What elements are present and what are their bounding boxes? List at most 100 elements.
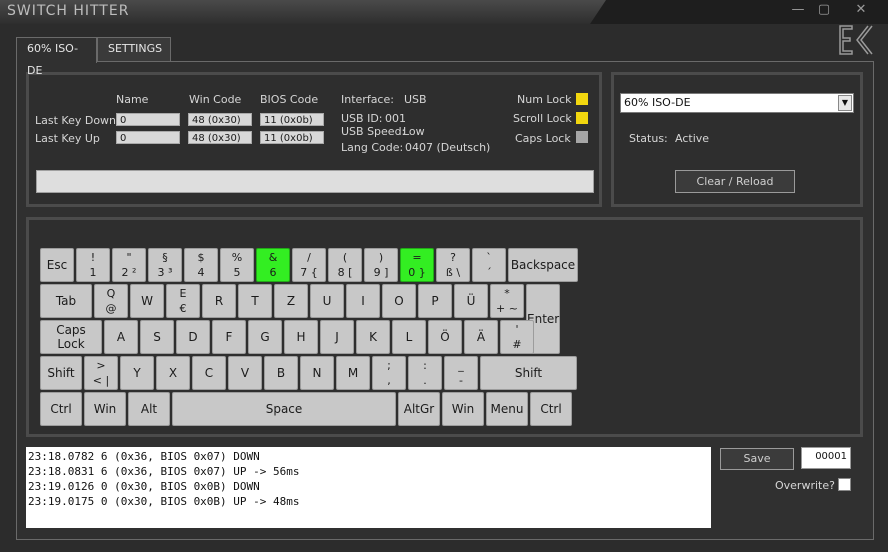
minimize-button[interactable]: — bbox=[788, 0, 808, 20]
key-bottom-label: 4 bbox=[197, 266, 205, 279]
key-bottom-label: , bbox=[387, 374, 391, 387]
key-y[interactable]: Y bbox=[120, 356, 154, 390]
maximize-button[interactable]: ▢ bbox=[814, 0, 834, 20]
key-top-label: ; bbox=[387, 359, 391, 372]
key-w[interactable]: W bbox=[130, 284, 164, 318]
key-d[interactable]: D bbox=[176, 320, 210, 354]
key-label: F bbox=[225, 330, 233, 344]
key-c[interactable]: C bbox=[192, 356, 226, 390]
key-7[interactable]: / 7 { bbox=[292, 248, 326, 282]
key-rctrl[interactable]: Ctrl bbox=[530, 392, 572, 426]
key-v[interactable]: V bbox=[228, 356, 262, 390]
key-rwin[interactable]: Win bbox=[442, 392, 484, 426]
key-e[interactable]: E € bbox=[166, 284, 200, 318]
key-space[interactable]: Space bbox=[172, 392, 396, 426]
key-ae[interactable]: Ä bbox=[464, 320, 498, 354]
key-label: A bbox=[116, 330, 126, 344]
tab-settings[interactable]: SETTINGS bbox=[97, 37, 171, 62]
key-3[interactable]: § 3 ³ bbox=[148, 248, 182, 282]
key-r[interactable]: R bbox=[202, 284, 236, 318]
key-n[interactable]: N bbox=[300, 356, 334, 390]
name-header: Name bbox=[116, 93, 149, 106]
key-bottom-label: 7 { bbox=[300, 266, 318, 279]
caps-lock-label: Caps Lock bbox=[515, 132, 571, 145]
save-button[interactable]: Save bbox=[720, 448, 794, 470]
key-label: Ö bbox=[440, 330, 450, 344]
key-j[interactable]: J bbox=[320, 320, 354, 354]
key-label: M bbox=[347, 366, 359, 380]
clear-reload-button[interactable]: Clear / Reload bbox=[675, 170, 795, 193]
key-1[interactable]: ! 1 bbox=[76, 248, 110, 282]
key-a[interactable]: A bbox=[104, 320, 138, 354]
key-2[interactable]: " 2 ² bbox=[112, 248, 146, 282]
key-h[interactable]: H bbox=[284, 320, 318, 354]
key-u[interactable]: U bbox=[310, 284, 344, 318]
key-g[interactable]: G bbox=[248, 320, 282, 354]
usb-id-value: 001 bbox=[385, 112, 406, 125]
usb-speed-label: USB Speed: bbox=[341, 125, 406, 138]
key-bottom-label: ß \ bbox=[445, 266, 461, 279]
key-6[interactable]: & 6 bbox=[256, 248, 290, 282]
key-9[interactable]: ) 9 ] bbox=[364, 248, 398, 282]
key-oe[interactable]: Ö bbox=[428, 320, 462, 354]
lang-code-value: 0407 (Deutsch) bbox=[405, 141, 491, 154]
key-lt[interactable]: > < | bbox=[84, 356, 118, 390]
key-sz[interactable]: ? ß \ bbox=[436, 248, 470, 282]
key-acute[interactable]: ` ´ bbox=[472, 248, 506, 282]
key-tab[interactable]: Tab bbox=[40, 284, 92, 318]
last-key-up-label: Last Key Up bbox=[35, 132, 100, 145]
key-p[interactable]: P bbox=[418, 284, 452, 318]
key-q[interactable]: Q @ bbox=[94, 284, 128, 318]
key-lwin[interactable]: Win bbox=[84, 392, 126, 426]
key-ue[interactable]: Ü bbox=[454, 284, 488, 318]
key-minus[interactable]: _ - bbox=[444, 356, 478, 390]
chevron-down-icon[interactable]: ▼ bbox=[838, 95, 852, 111]
key-comma[interactable]: ;, bbox=[372, 356, 406, 390]
key-x[interactable]: X bbox=[156, 356, 190, 390]
key-lctrl[interactable]: Ctrl bbox=[40, 392, 82, 426]
key-t[interactable]: T bbox=[238, 284, 272, 318]
key-5[interactable]: % 5 bbox=[220, 248, 254, 282]
key-z[interactable]: Z bbox=[274, 284, 308, 318]
key-rshift[interactable]: Shift bbox=[480, 356, 577, 390]
key-bottom-label: < | bbox=[92, 374, 110, 387]
last-key-down-label: Last Key Down bbox=[35, 114, 117, 127]
key-alt[interactable]: Alt bbox=[128, 392, 170, 426]
layout-select[interactable]: 60% ISO-DE ▼ bbox=[620, 93, 854, 113]
event-log[interactable]: 23:18.0782 6 (0x36, BIOS 0x07) DOWN 23:1… bbox=[26, 447, 711, 528]
file-counter-field[interactable]: 00001 bbox=[801, 447, 851, 469]
status-value: Active bbox=[675, 132, 710, 145]
key-f[interactable]: F bbox=[212, 320, 246, 354]
close-button[interactable]: ✕ bbox=[850, 0, 872, 20]
num-lock-label: Num Lock bbox=[517, 93, 572, 106]
key-capslock[interactable]: Caps Lock bbox=[40, 320, 102, 354]
key-label: I bbox=[361, 294, 365, 308]
key-label: Ü bbox=[466, 294, 476, 308]
key-8[interactable]: (8 [ bbox=[328, 248, 362, 282]
overwrite-label: Overwrite? bbox=[775, 479, 835, 492]
key-i[interactable]: I bbox=[346, 284, 380, 318]
key-s[interactable]: S bbox=[140, 320, 174, 354]
key-k[interactable]: K bbox=[356, 320, 390, 354]
tab-60-iso-de[interactable]: 60% ISO-DE bbox=[16, 37, 97, 77]
key-menu[interactable]: Menu bbox=[486, 392, 528, 426]
key-period[interactable]: :. bbox=[408, 356, 442, 390]
key-esc[interactable]: Esc bbox=[40, 248, 74, 282]
key-0[interactable]: = 0 } bbox=[400, 248, 434, 282]
key-bottom-label: 5 bbox=[233, 266, 241, 279]
overwrite-checkbox[interactable] bbox=[838, 478, 851, 491]
key-top-label: > bbox=[96, 359, 106, 372]
key-m[interactable]: M bbox=[336, 356, 370, 390]
key-lshift[interactable]: Shift bbox=[40, 356, 82, 390]
key-l[interactable]: L bbox=[392, 320, 426, 354]
key-plus[interactable]: * + ~ bbox=[490, 284, 524, 318]
key-b[interactable]: B bbox=[264, 356, 298, 390]
key-altgr[interactable]: AltGr bbox=[398, 392, 440, 426]
key-backspace[interactable]: Backspace bbox=[508, 248, 578, 282]
key-label: Esc bbox=[46, 258, 68, 272]
key-4[interactable]: $4 bbox=[184, 248, 218, 282]
key-o[interactable]: O bbox=[382, 284, 416, 318]
key-hash[interactable]: ' # bbox=[500, 320, 534, 354]
key-label: G bbox=[260, 330, 270, 344]
key-label: W bbox=[141, 294, 153, 308]
